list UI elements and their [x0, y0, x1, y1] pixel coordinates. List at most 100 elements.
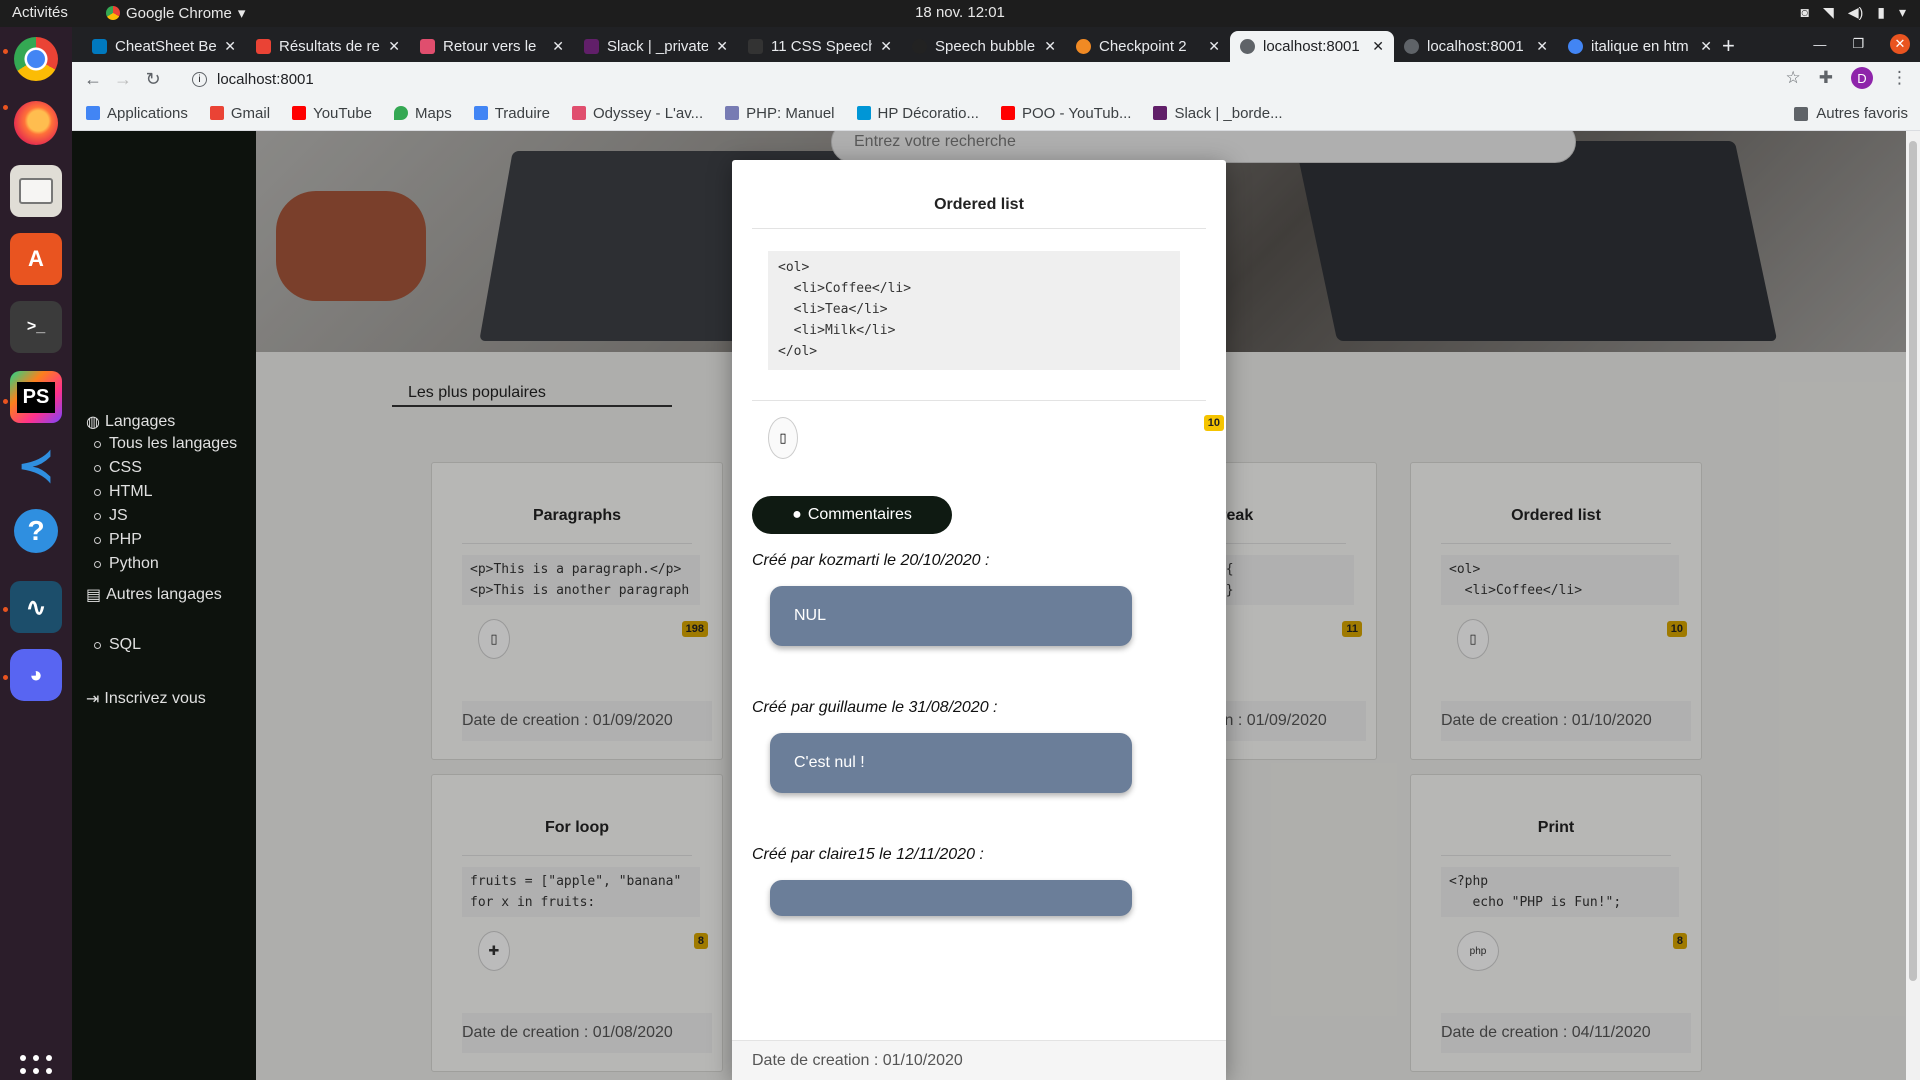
files-icon[interactable] — [10, 165, 62, 217]
close-icon[interactable]: ✕ — [1700, 38, 1712, 55]
chrome-dock-icon[interactable] — [14, 37, 58, 81]
running-indicator — [3, 607, 8, 612]
tab[interactable]: Retour vers le ✕ — [410, 31, 574, 62]
sidebar-item-js[interactable]: JS — [94, 504, 237, 528]
close-icon[interactable]: ✕ — [880, 38, 892, 55]
vscode-icon[interactable]: ≺ — [10, 439, 62, 491]
close-icon[interactable]: ✕ — [388, 38, 400, 55]
sidebar-item-all[interactable]: Tous les langages — [94, 432, 237, 456]
terminal-icon[interactable]: >_ — [10, 301, 62, 353]
page-scrollbar[interactable] — [1906, 131, 1920, 1080]
close-icon[interactable]: ✕ — [224, 38, 236, 55]
back-button[interactable]: ← — [78, 69, 108, 90]
comment-meta: Créé par guillaume le 31/08/2020 : — [752, 699, 998, 716]
codepen-icon — [912, 39, 927, 54]
other-languages-list: SQL — [94, 633, 141, 657]
bookmark-label: Autres favoris — [1816, 105, 1908, 122]
comment-bubble — [770, 880, 1132, 916]
globe-icon — [1404, 39, 1419, 54]
hp-icon — [856, 106, 871, 120]
other-languages-heading[interactable]: ▤ Autres langages — [86, 585, 222, 605]
tab-title: Résultats de re — [279, 38, 380, 55]
close-window-button[interactable]: ✕ — [1890, 34, 1910, 54]
close-icon[interactable]: ✕ — [1044, 38, 1056, 55]
tab[interactable]: CheatSheet Be ✕ — [82, 31, 246, 62]
comment-bubble: C'est nul ! — [770, 733, 1132, 793]
comments-button[interactable]: ● Commentaires — [752, 496, 952, 534]
tab[interactable]: Résultats de re ✕ — [246, 31, 410, 62]
languages-list: Tous les langages CSS HTML JS PHP Python — [94, 432, 237, 576]
profile-avatar[interactable]: D — [1851, 67, 1873, 89]
tab[interactable]: 11 CSS Speech ✕ — [738, 31, 902, 62]
languages-heading[interactable]: ◍ Langages — [86, 412, 175, 432]
bookmark-label: Traduire — [494, 104, 551, 122]
bookmark-label: Odyssey - L'av... — [593, 104, 704, 122]
bookmark-item[interactable]: HP Décoratio... — [856, 105, 979, 122]
os-top-bar: Activités Google Chrome ▾ 18 nov. 12:01 … — [0, 0, 1920, 27]
modal-title: Ordered list — [934, 196, 1024, 213]
tab[interactable]: localhost:8001 ✕ — [1394, 31, 1558, 62]
sidebar-item-sql[interactable]: SQL — [94, 633, 141, 657]
bookmark-label: Gmail — [230, 104, 271, 122]
discord-icon[interactable]: ◕ — [10, 649, 62, 701]
folder-icon — [1794, 106, 1809, 121]
tab[interactable]: Slack | _private ✕ — [574, 31, 738, 62]
signup-link[interactable]: ⇥ Inscrivez vous — [86, 689, 206, 709]
software-center-icon[interactable]: A — [10, 233, 62, 285]
minimize-button[interactable]: — — [1813, 37, 1826, 52]
phpstorm-icon[interactable]: PS — [10, 371, 62, 423]
close-icon[interactable]: ✕ — [1536, 38, 1548, 55]
bookmark-item[interactable]: Slack | _borde... — [1153, 105, 1283, 122]
tab[interactable]: italique en htm ✕ — [1558, 31, 1722, 62]
firefox-icon[interactable] — [14, 101, 58, 145]
sidebar-item-python[interactable]: Python — [94, 552, 237, 576]
reload-button[interactable]: ↻ — [138, 69, 168, 90]
bookmark-item[interactable]: Odyssey - L'av... — [572, 105, 703, 122]
close-icon[interactable]: ✕ — [716, 38, 728, 55]
close-icon[interactable]: ✕ — [552, 38, 564, 55]
bookmark-item[interactable]: Traduire — [473, 104, 551, 122]
sidebar-item-css[interactable]: CSS — [94, 456, 237, 480]
bookmark-item[interactable]: PHP: Manuel — [725, 105, 835, 122]
sidebar-item-php[interactable]: PHP — [94, 528, 237, 552]
battery-icon: ▮ — [1877, 4, 1885, 20]
bookmark-item[interactable]: YouTube — [292, 105, 372, 122]
divider — [752, 228, 1206, 229]
bookmark-star-icon[interactable]: ☆ — [1786, 68, 1801, 88]
bookmark-item[interactable]: Maps — [394, 105, 452, 122]
bookmark-item[interactable]: POO - YouTub... — [1000, 104, 1132, 122]
menu-icon[interactable]: ⋮ — [1891, 68, 1908, 88]
address-bar[interactable]: i localhost:8001 — [180, 65, 1720, 93]
scrollbar-thumb[interactable] — [1909, 141, 1917, 981]
tab[interactable]: Checkpoint 2 ✕ — [1066, 31, 1230, 62]
show-applications-icon[interactable] — [20, 1055, 52, 1080]
tab-active[interactable]: localhost:8001 ✕ — [1230, 31, 1394, 62]
slack-icon — [1153, 106, 1168, 120]
close-icon[interactable]: ✕ — [1372, 38, 1384, 55]
forward-button[interactable]: → — [108, 69, 138, 90]
heading-label: Autres langages — [106, 586, 222, 603]
comment-bubble: NUL — [770, 586, 1132, 646]
sidebar-item-html[interactable]: HTML — [94, 480, 237, 504]
new-tab-button[interactable]: + — [1722, 33, 1735, 59]
mysql-workbench-icon[interactable]: ∿ — [10, 581, 62, 633]
count-badge: 10 — [1203, 415, 1224, 431]
clock[interactable]: 18 nov. 12:01 — [0, 4, 1920, 21]
tab[interactable]: Speech bubble ✕ — [902, 31, 1066, 62]
other-bookmarks[interactable]: Autres favoris — [1794, 105, 1908, 122]
toolbar-actions: ☆ ✚ D ⋮ — [1786, 67, 1908, 89]
maximize-button[interactable]: ❐ — [1852, 36, 1864, 52]
bookmark-label: POO - YouTub... — [1021, 104, 1132, 122]
info-icon[interactable]: i — [192, 71, 207, 87]
bookmark-item[interactable]: Gmail — [209, 104, 271, 122]
bookmark-item[interactable]: Applications — [86, 105, 188, 122]
help-icon[interactable]: ? — [14, 509, 58, 553]
close-icon[interactable]: ✕ — [1208, 38, 1220, 55]
youtube-icon — [292, 106, 307, 120]
extensions-icon[interactable]: ✚ — [1819, 68, 1833, 88]
tab-title: Speech bubble — [935, 38, 1036, 55]
system-tray[interactable]: ◙ ◥ ◀) ▮ ▾ — [1801, 4, 1906, 21]
chevron-down-icon: ▾ — [1898, 4, 1906, 20]
google-icon — [1568, 39, 1583, 54]
heading-label: Langages — [104, 413, 176, 430]
